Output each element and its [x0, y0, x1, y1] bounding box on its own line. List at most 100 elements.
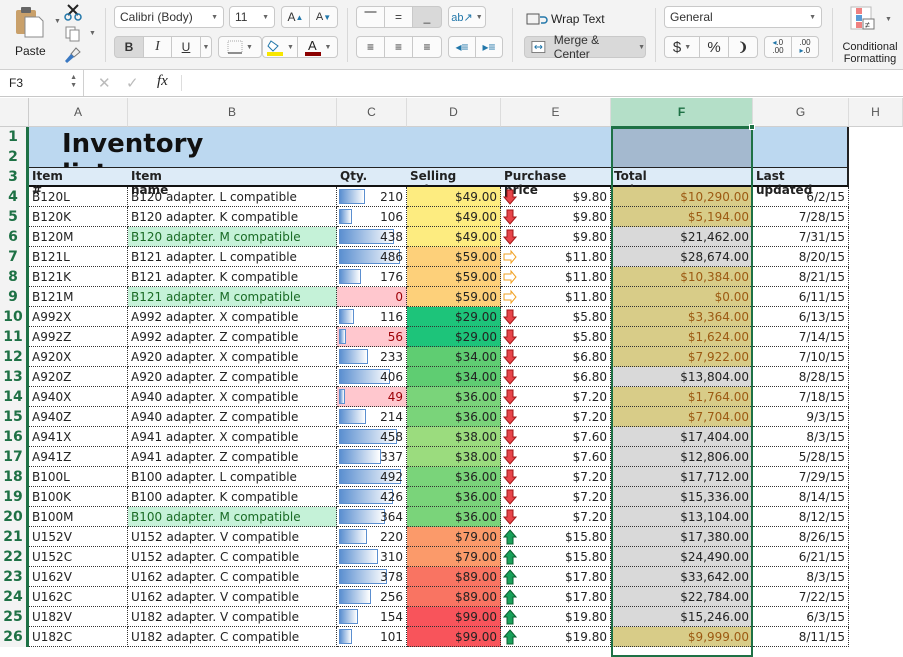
cell-selling-price[interactable]: $89.00: [407, 567, 501, 587]
cell-last-updated[interactable]: 8/21/15: [753, 267, 849, 287]
increase-font-button[interactable]: A ▲: [281, 6, 310, 28]
cell-purchase-price[interactable]: $19.80: [501, 607, 611, 627]
cell-total-value[interactable]: $28,674.00: [611, 247, 753, 267]
cell-item-name[interactable]: B100 adapter. K compatible: [128, 487, 337, 507]
align-right-button[interactable]: ≡: [412, 36, 442, 58]
cell-purchase-price[interactable]: $7.20: [501, 407, 611, 427]
cell-total-value[interactable]: $13,804.00: [611, 367, 753, 387]
cell-total-value[interactable]: $3,364.00: [611, 307, 753, 327]
decrease-decimal-button[interactable]: .00 ▸.0: [791, 36, 819, 58]
cell-purchase-price[interactable]: $7.20: [501, 387, 611, 407]
row-header-18[interactable]: 18: [0, 467, 29, 487]
row-header-22[interactable]: 22: [0, 547, 29, 567]
cell-item-name[interactable]: U182 adapter. V compatible: [128, 607, 337, 627]
column-header-f[interactable]: F: [611, 98, 753, 127]
cell-qty[interactable]: 49: [337, 387, 407, 407]
cell-item-name[interactable]: B121 adapter. M compatible: [128, 287, 337, 307]
copy-icon[interactable]: [64, 25, 82, 43]
column-header-g[interactable]: G: [753, 98, 849, 127]
font-size-select[interactable]: 11 ▼: [229, 6, 275, 28]
cell-item-name[interactable]: U182 adapter. C compatible: [128, 627, 337, 647]
row-header-10[interactable]: 10: [0, 307, 29, 327]
formula-input[interactable]: [188, 73, 888, 93]
cell-item-id[interactable]: A941Z: [29, 447, 128, 467]
cell-item-id[interactable]: A920Z: [29, 367, 128, 387]
cell-selling-price[interactable]: $59.00: [407, 247, 501, 267]
cell-item-id[interactable]: B121L: [29, 247, 128, 267]
cell-last-updated[interactable]: 7/18/15: [753, 387, 849, 407]
conditional-formatting-button[interactable]: ≠ ▼ Conditional Formatting: [838, 4, 900, 66]
cell-qty[interactable]: 106: [337, 207, 407, 227]
row-header-25[interactable]: 25: [0, 607, 29, 627]
column-header-h[interactable]: H: [849, 98, 903, 127]
cell-item-id[interactable]: A940Z: [29, 407, 128, 427]
cell-total-value[interactable]: $33,642.00: [611, 567, 753, 587]
increase-indent-button[interactable]: ▸≡: [475, 36, 503, 58]
cell-last-updated[interactable]: 7/22/15: [753, 587, 849, 607]
row-header-1[interactable]: 1: [0, 127, 29, 147]
row-header-17[interactable]: 17: [0, 447, 29, 467]
cell-last-updated[interactable]: 7/29/15: [753, 467, 849, 487]
cell-last-updated[interactable]: 8/3/15: [753, 567, 849, 587]
select-all-corner[interactable]: [0, 98, 29, 127]
cell-item-id[interactable]: U152V: [29, 527, 128, 547]
row-header-11[interactable]: 11: [0, 327, 29, 347]
copy-dropdown-icon[interactable]: ▼: [89, 30, 96, 37]
number-format-select[interactable]: General ▼: [664, 6, 822, 28]
cell-qty[interactable]: 214: [337, 407, 407, 427]
cell-item-id[interactable]: A992X: [29, 307, 128, 327]
cell-qty[interactable]: 364: [337, 507, 407, 527]
cell-selling-price[interactable]: $99.00: [407, 627, 501, 647]
cell-purchase-price[interactable]: $9.80: [501, 187, 611, 207]
cell-total-value[interactable]: $13,104.00: [611, 507, 753, 527]
format-painter-icon[interactable]: [64, 46, 82, 64]
row-header-5[interactable]: 5: [0, 207, 29, 227]
cell-qty[interactable]: 220: [337, 527, 407, 547]
cell-total-value[interactable]: $1,764.00: [611, 387, 753, 407]
cell-item-id[interactable]: U152C: [29, 547, 128, 567]
cell-item-name[interactable]: A992 adapter. X compatible: [128, 307, 337, 327]
name-box-stepper-icon[interactable]: ▲ ▼: [70, 74, 77, 90]
borders-button[interactable]: ▼: [218, 36, 262, 58]
column-title[interactable]: Qty.: [340, 169, 367, 183]
cell-purchase-price[interactable]: $5.80: [501, 327, 611, 347]
align-bottom-button[interactable]: _: [412, 6, 442, 28]
cell-total-value[interactable]: $17,712.00: [611, 467, 753, 487]
cell-selling-price[interactable]: $99.00: [407, 607, 501, 627]
title-cell-f[interactable]: [613, 127, 751, 167]
cell-last-updated[interactable]: 6/11/15: [753, 287, 849, 307]
font-color-button[interactable]: A ▼: [297, 36, 338, 58]
cell-selling-price[interactable]: $34.00: [407, 347, 501, 367]
row-header-4[interactable]: 4: [0, 187, 29, 207]
fill-color-button[interactable]: ▼: [262, 36, 298, 58]
cell-last-updated[interactable]: 6/21/15: [753, 547, 849, 567]
row-header-15[interactable]: 15: [0, 407, 29, 427]
cell-selling-price[interactable]: $36.00: [407, 407, 501, 427]
cell-last-updated[interactable]: 6/2/15: [753, 187, 849, 207]
cell-item-id[interactable]: B100M: [29, 507, 128, 527]
cell-item-name[interactable]: B120 adapter. L compatible: [128, 187, 337, 207]
merge-center-button[interactable]: Merge & Center ▼: [524, 33, 646, 61]
cell-purchase-price[interactable]: $9.80: [501, 227, 611, 247]
cell-item-name[interactable]: B120 adapter. K compatible: [128, 207, 337, 227]
cell-purchase-price[interactable]: $7.20: [501, 487, 611, 507]
cell-selling-price[interactable]: $79.00: [407, 547, 501, 567]
decrease-font-button[interactable]: A ▼: [309, 6, 338, 28]
align-middle-button[interactable]: =: [384, 6, 413, 28]
cell-item-id[interactable]: B121M: [29, 287, 128, 307]
cell-qty[interactable]: 116: [337, 307, 407, 327]
cell-item-id[interactable]: U162C: [29, 587, 128, 607]
cell-item-name[interactable]: B120 adapter. M compatible: [128, 227, 337, 247]
cell-item-name[interactable]: A920 adapter. X compatible: [128, 347, 337, 367]
cell-total-value[interactable]: $7,704.00: [611, 407, 753, 427]
cell-selling-price[interactable]: $36.00: [407, 487, 501, 507]
cell-last-updated[interactable]: 7/31/15: [753, 227, 849, 247]
cell-item-name[interactable]: A992 adapter. Z compatible: [128, 327, 337, 347]
row-header-16[interactable]: 16: [0, 427, 29, 447]
cell-item-id[interactable]: B120L: [29, 187, 128, 207]
cell-item-name[interactable]: A941 adapter. Z compatible: [128, 447, 337, 467]
percent-button[interactable]: %: [699, 36, 729, 58]
cell-selling-price[interactable]: $36.00: [407, 387, 501, 407]
cell-last-updated[interactable]: 9/3/15: [753, 407, 849, 427]
row-header-2[interactable]: 2: [0, 147, 29, 167]
